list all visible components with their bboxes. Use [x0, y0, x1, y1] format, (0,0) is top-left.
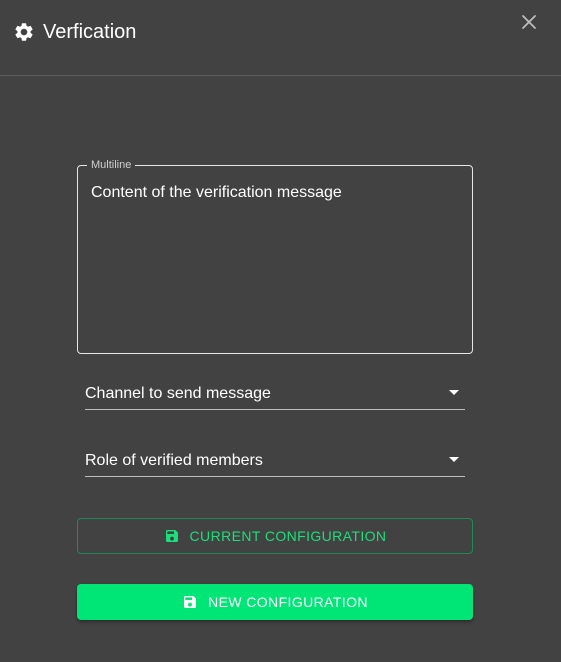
current-configuration-button[interactable]: CURRENT CONFIGURATION	[77, 518, 473, 554]
field-label: Multiline	[87, 158, 136, 172]
gear-icon	[13, 21, 35, 43]
dialog-header: Verfication	[0, 0, 561, 76]
dialog-title: Verfication	[43, 21, 137, 43]
channel-select[interactable]: Channel to send message	[85, 370, 465, 410]
save-icon	[164, 528, 180, 544]
role-select[interactable]: Role of verified members	[85, 437, 465, 477]
message-text: Content of the verification message	[91, 184, 342, 201]
role-select-value: Role of verified members	[85, 452, 263, 469]
close-icon[interactable]	[517, 10, 541, 34]
new-configuration-button[interactable]: NEW CONFIGURATION	[77, 584, 473, 620]
dropdown-arrow-icon	[449, 390, 459, 395]
channel-select-value: Channel to send message	[85, 385, 271, 402]
verification-dialog: Verfication Multiline Content of the ver…	[0, 0, 561, 662]
new-configuration-label: NEW CONFIGURATION	[208, 594, 368, 610]
dropdown-arrow-icon	[449, 457, 459, 462]
verification-message-field[interactable]: Multiline Content of the verification me…	[77, 158, 473, 354]
current-configuration-label: CURRENT CONFIGURATION	[189, 528, 387, 544]
save-icon	[182, 594, 198, 610]
